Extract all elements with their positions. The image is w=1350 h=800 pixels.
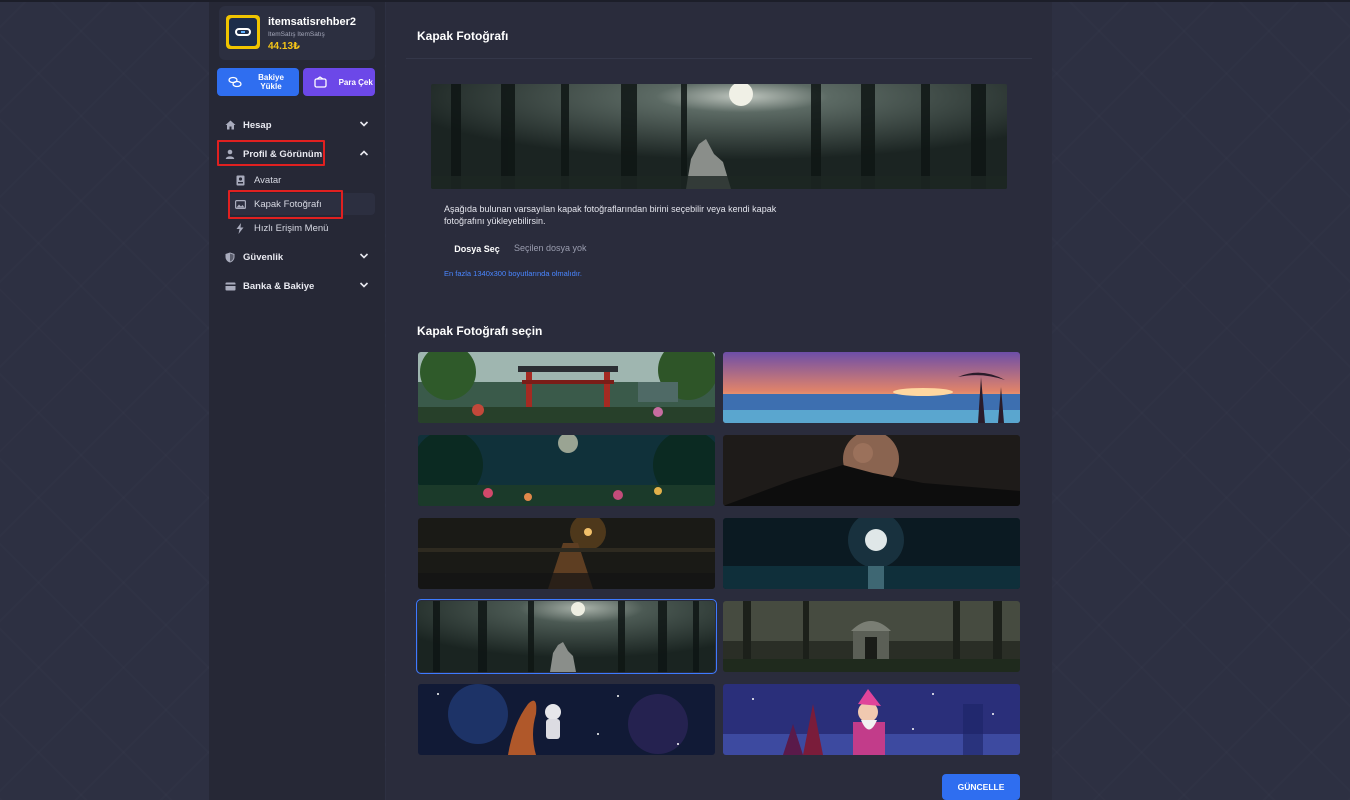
cover-option-red-moon-mountain[interactable]: [723, 435, 1020, 506]
wallet-icon: [313, 76, 328, 88]
id-badge-icon: [234, 175, 246, 186]
sidebar-item-avatar-label: Avatar: [254, 174, 282, 186]
cover-option-astronaut-space[interactable]: [418, 684, 715, 755]
nav-item-profil-gorunum[interactable]: Profil & Görünüm: [217, 142, 377, 166]
nav-label-banka-bakiye: Banka & Bakiye: [243, 280, 315, 292]
wallet-buttons: Bakiye Yükle Para Çek: [217, 68, 377, 96]
cover-option-pixel-santa[interactable]: [723, 684, 1020, 755]
cover-description: Aşağıda bulunan varsayılan kapak fotoğra…: [444, 204, 777, 226]
cover-option-full-moon-sea[interactable]: [723, 518, 1020, 589]
nav-item-banka-bakiye[interactable]: Banka & Bakiye: [217, 274, 377, 298]
main-content: Kapak Fotoğrafı Aşağıda bulunan varsayıl…: [386, 2, 1052, 800]
title-divider: [406, 58, 1032, 59]
balance-value: 44.13₺: [268, 41, 300, 52]
username: itemsatisrehber2: [268, 16, 357, 28]
nav-label-hesap: Hesap: [243, 119, 272, 131]
nav-item-hesap[interactable]: Hesap: [217, 113, 377, 137]
user-card: itemsatisrehber2 ItemSatış ItemSatış 44.…: [219, 6, 375, 60]
update-button[interactable]: GÜNCELLE: [942, 774, 1020, 800]
choose-file-button[interactable]: Dosya Seç: [444, 241, 510, 257]
bolt-icon: [234, 222, 246, 234]
coins-icon: [227, 76, 243, 88]
choose-cover-title: Kapak Fotoğrafı seçin: [417, 324, 543, 338]
load-balance-button[interactable]: Bakiye Yükle: [217, 68, 299, 96]
sidebar-item-kapak-label: Kapak Fotoğrafı: [254, 198, 322, 210]
sidebar: itemsatisrehber2 ItemSatış ItemSatış 44.…: [209, 2, 385, 800]
page-title: Kapak Fotoğrafı: [417, 29, 509, 43]
chevron-down-icon: [359, 252, 369, 263]
cover-option-sunset-beach[interactable]: [723, 352, 1020, 423]
chevron-up-icon: [359, 149, 369, 160]
sidebar-item-kapak-fotografi[interactable]: Kapak Fotoğrafı: [229, 193, 375, 215]
user-icon: [224, 149, 236, 159]
user-subtitle: ItemSatış ItemSatış: [268, 31, 325, 38]
logo-icon: [229, 18, 257, 46]
cover-option-forest-shrine[interactable]: [723, 601, 1020, 672]
sidebar-item-hizli-erisim[interactable]: Hızlı Erişim Menü: [229, 217, 375, 239]
nav-label-guvenlik: Güvenlik: [243, 251, 284, 263]
chevron-down-icon: [359, 120, 369, 131]
withdraw-label: Para Çek: [338, 77, 373, 87]
cover-option-lantern-bridge[interactable]: [418, 518, 715, 589]
cover-option-howling-wolf[interactable]: [416, 599, 717, 674]
load-balance-label: Bakiye Yükle: [258, 73, 284, 91]
cover-option-night-jungle[interactable]: [418, 435, 715, 506]
chevron-down-icon: [359, 281, 369, 292]
file-status: Seçilen dosya yok: [514, 243, 587, 253]
sidebar-item-hizli-label: Hızlı Erişim Menü: [254, 222, 329, 234]
size-hint: En fazla 1340x300 boyutlarında olmalıdır…: [444, 269, 583, 278]
nav-item-guvenlik[interactable]: Güvenlik: [217, 245, 377, 269]
nav-label-profil-gorunum: Profil & Görünüm: [243, 148, 323, 160]
cover-option-temple[interactable]: [418, 352, 715, 423]
withdraw-button[interactable]: Para Çek: [303, 68, 375, 96]
card-icon: [224, 282, 236, 291]
home-icon: [224, 120, 236, 130]
sidebar-item-avatar[interactable]: Avatar: [229, 169, 375, 191]
image-icon: [234, 199, 246, 209]
current-cover-preview: [431, 84, 1007, 189]
avatar[interactable]: [226, 15, 260, 49]
shield-icon: [224, 252, 236, 263]
